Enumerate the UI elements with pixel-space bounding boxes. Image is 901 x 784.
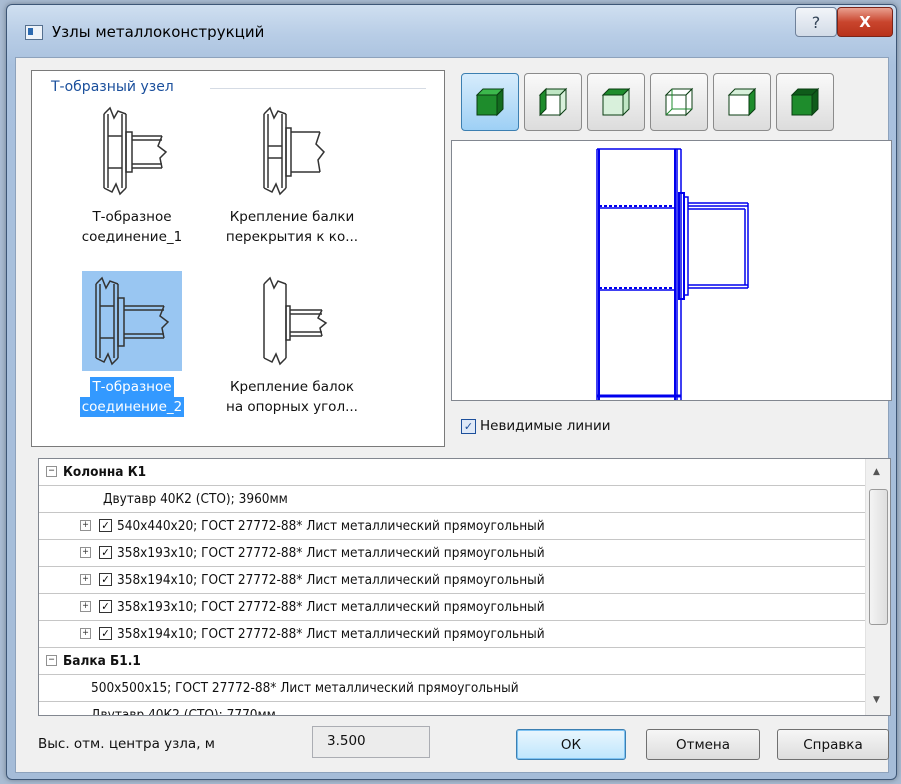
tree-row[interactable]: Двутавр 40К2 (СТО); 7770мм xyxy=(39,702,865,716)
row-checkbox[interactable]: ✓ xyxy=(99,573,112,586)
scroll-down-icon[interactable]: ▼ xyxy=(873,695,880,705)
hidden-lines-checkbox[interactable]: ✓ xyxy=(461,418,476,434)
view-button-front[interactable] xyxy=(776,73,834,131)
tree-row-label: 500x500x15; ГОСТ 27772-88* Лист металлич… xyxy=(91,680,519,696)
tree-row-label: Балка Б1.1 xyxy=(63,653,141,669)
view-button-top[interactable] xyxy=(587,73,645,131)
components-tree[interactable]: − Колонна К1 Двутавр 40К2 (СТО); 3960мм … xyxy=(38,458,891,716)
item-label-line2: соединение_2 xyxy=(79,397,185,417)
tree-row[interactable]: + ✓ 358x194x10; ГОСТ 27772-88* Лист мета… xyxy=(39,621,865,648)
t-joint-icon xyxy=(103,106,168,196)
cube-shaded-view-icon xyxy=(475,87,505,117)
window-title: Узлы металлоконструкций xyxy=(52,23,265,41)
scroll-up-icon[interactable]: ▲ xyxy=(873,467,880,477)
tree-row-label: 358x194x10; ГОСТ 27772-88* Лист металлич… xyxy=(117,572,545,588)
app-icon xyxy=(25,25,43,40)
elevation-field[interactable]: 3.500 xyxy=(312,726,430,758)
node-drawing xyxy=(596,148,749,400)
gallery-item-t-joint-1[interactable]: Т-образное соединение_1 xyxy=(57,101,207,247)
close-icon: X xyxy=(859,13,871,31)
tree-row[interactable]: + ✓ 358x193x10; ГОСТ 27772-88* Лист мета… xyxy=(39,594,865,621)
hidden-lines-label: Невидимые линии xyxy=(480,418,611,434)
beam-column-joint-icon xyxy=(263,106,325,196)
group-divider xyxy=(210,88,426,89)
expand-icon[interactable]: + xyxy=(80,601,91,612)
t-joint-2-thumbnail xyxy=(82,271,182,371)
item-label-line2: соединение_1 xyxy=(81,229,183,245)
cube-right-view-icon xyxy=(727,87,757,117)
expand-icon[interactable]: + xyxy=(80,628,91,639)
tree-row-label: 540x440x20; ГОСТ 27772-88* Лист металлич… xyxy=(117,518,545,534)
row-checkbox[interactable]: ✓ xyxy=(99,519,112,532)
help-dialog-button[interactable]: Справка xyxy=(777,729,889,760)
view-button-right[interactable] xyxy=(713,73,771,131)
item-label-line1: Крепление балок xyxy=(229,379,355,395)
tree-row-label: 358x193x10; ГОСТ 27772-88* Лист металлич… xyxy=(117,545,545,561)
help-button[interactable]: ? xyxy=(795,7,837,37)
tree-row-label: Двутавр 40К2 (СТО); 3960мм xyxy=(103,491,288,507)
tree-scrollbar[interactable]: ▲ ▼ xyxy=(865,459,890,715)
tree-row-group[interactable]: − Колонна К1 xyxy=(39,459,865,486)
row-checkbox[interactable]: ✓ xyxy=(99,627,112,640)
beam-angle-joint-icon xyxy=(263,276,328,366)
view-button-left[interactable] xyxy=(524,73,582,131)
node-gallery: Т-образный узел Т-образное соединение_1 xyxy=(31,70,445,447)
row-checkbox[interactable]: ✓ xyxy=(99,546,112,559)
tree-row[interactable]: + ✓ 358x194x10; ГОСТ 27772-88* Лист мета… xyxy=(39,567,865,594)
tree-row-label: 358x193x10; ГОСТ 27772-88* Лист металлич… xyxy=(117,599,545,615)
item-label-line1: Т-образное xyxy=(90,377,174,397)
node-preview-canvas[interactable] xyxy=(451,140,892,401)
close-button[interactable]: X xyxy=(837,7,893,37)
expand-icon[interactable]: + xyxy=(80,574,91,585)
tree-row-label: Колонна К1 xyxy=(63,464,147,480)
cube-top-view-icon xyxy=(601,87,631,117)
tree-row[interactable]: + ✓ 540x440x20; ГОСТ 27772-88* Лист мета… xyxy=(39,513,865,540)
tree-row[interactable]: 500x500x15; ГОСТ 27772-88* Лист металлич… xyxy=(39,675,865,702)
group-title: Т-образный узел xyxy=(47,79,178,95)
gallery-item-t-joint-2[interactable]: Т-образное соединение_2 xyxy=(57,271,207,417)
item-label-line1: Т-образное xyxy=(92,209,172,225)
t-joint-1-thumbnail xyxy=(82,101,182,201)
gallery-item-beam-to-column[interactable]: Крепление балки перекрытия к ко... xyxy=(207,101,377,247)
scroll-thumb[interactable] xyxy=(869,489,888,625)
title-bar[interactable]: Узлы металлоконструкций ? X xyxy=(7,5,896,57)
row-checkbox[interactable]: ✓ xyxy=(99,600,112,613)
tree-row-group[interactable]: − Балка Б1.1 xyxy=(39,648,865,675)
tree-row[interactable]: Двутавр 40К2 (СТО); 3960мм xyxy=(39,486,865,513)
hidden-lines-toggle[interactable]: ✓ Невидимые линии xyxy=(461,418,611,434)
item-label-line1: Крепление балки xyxy=(229,209,355,225)
view-button-wireframe[interactable] xyxy=(650,73,708,131)
tree-row[interactable]: + ✓ 358x193x10; ГОСТ 27772-88* Лист мета… xyxy=(39,540,865,567)
view-button-shaded[interactable] xyxy=(461,73,519,131)
expand-icon[interactable]: + xyxy=(80,520,91,531)
cube-left-view-icon xyxy=(538,87,568,117)
collapse-icon[interactable]: − xyxy=(46,655,57,666)
item-label-line2: на опорных угол... xyxy=(226,399,358,415)
t-joint-icon xyxy=(95,276,170,366)
cube-front-view-icon xyxy=(790,87,820,117)
item-label-line2: перекрытия к ко... xyxy=(225,229,359,245)
collapse-icon[interactable]: − xyxy=(46,466,57,477)
ok-button[interactable]: ОК xyxy=(516,729,626,760)
tree-row-label: Двутавр 40К2 (СТО); 7770мм xyxy=(91,707,276,716)
gallery-item-beams-on-angles[interactable]: Крепление балок на опорных угол... xyxy=(207,271,377,417)
cancel-button[interactable]: Отмена xyxy=(646,729,760,760)
elevation-label: Выс. отм. центра узла, м xyxy=(38,736,215,752)
expand-icon[interactable]: + xyxy=(80,547,91,558)
tree-row-label: 358x194x10; ГОСТ 27772-88* Лист металлич… xyxy=(117,626,545,642)
question-icon: ? xyxy=(811,12,821,32)
cube-wireframe-view-icon xyxy=(664,87,694,117)
beam-to-column-thumbnail xyxy=(242,101,342,201)
beams-on-angles-thumbnail xyxy=(242,271,342,371)
